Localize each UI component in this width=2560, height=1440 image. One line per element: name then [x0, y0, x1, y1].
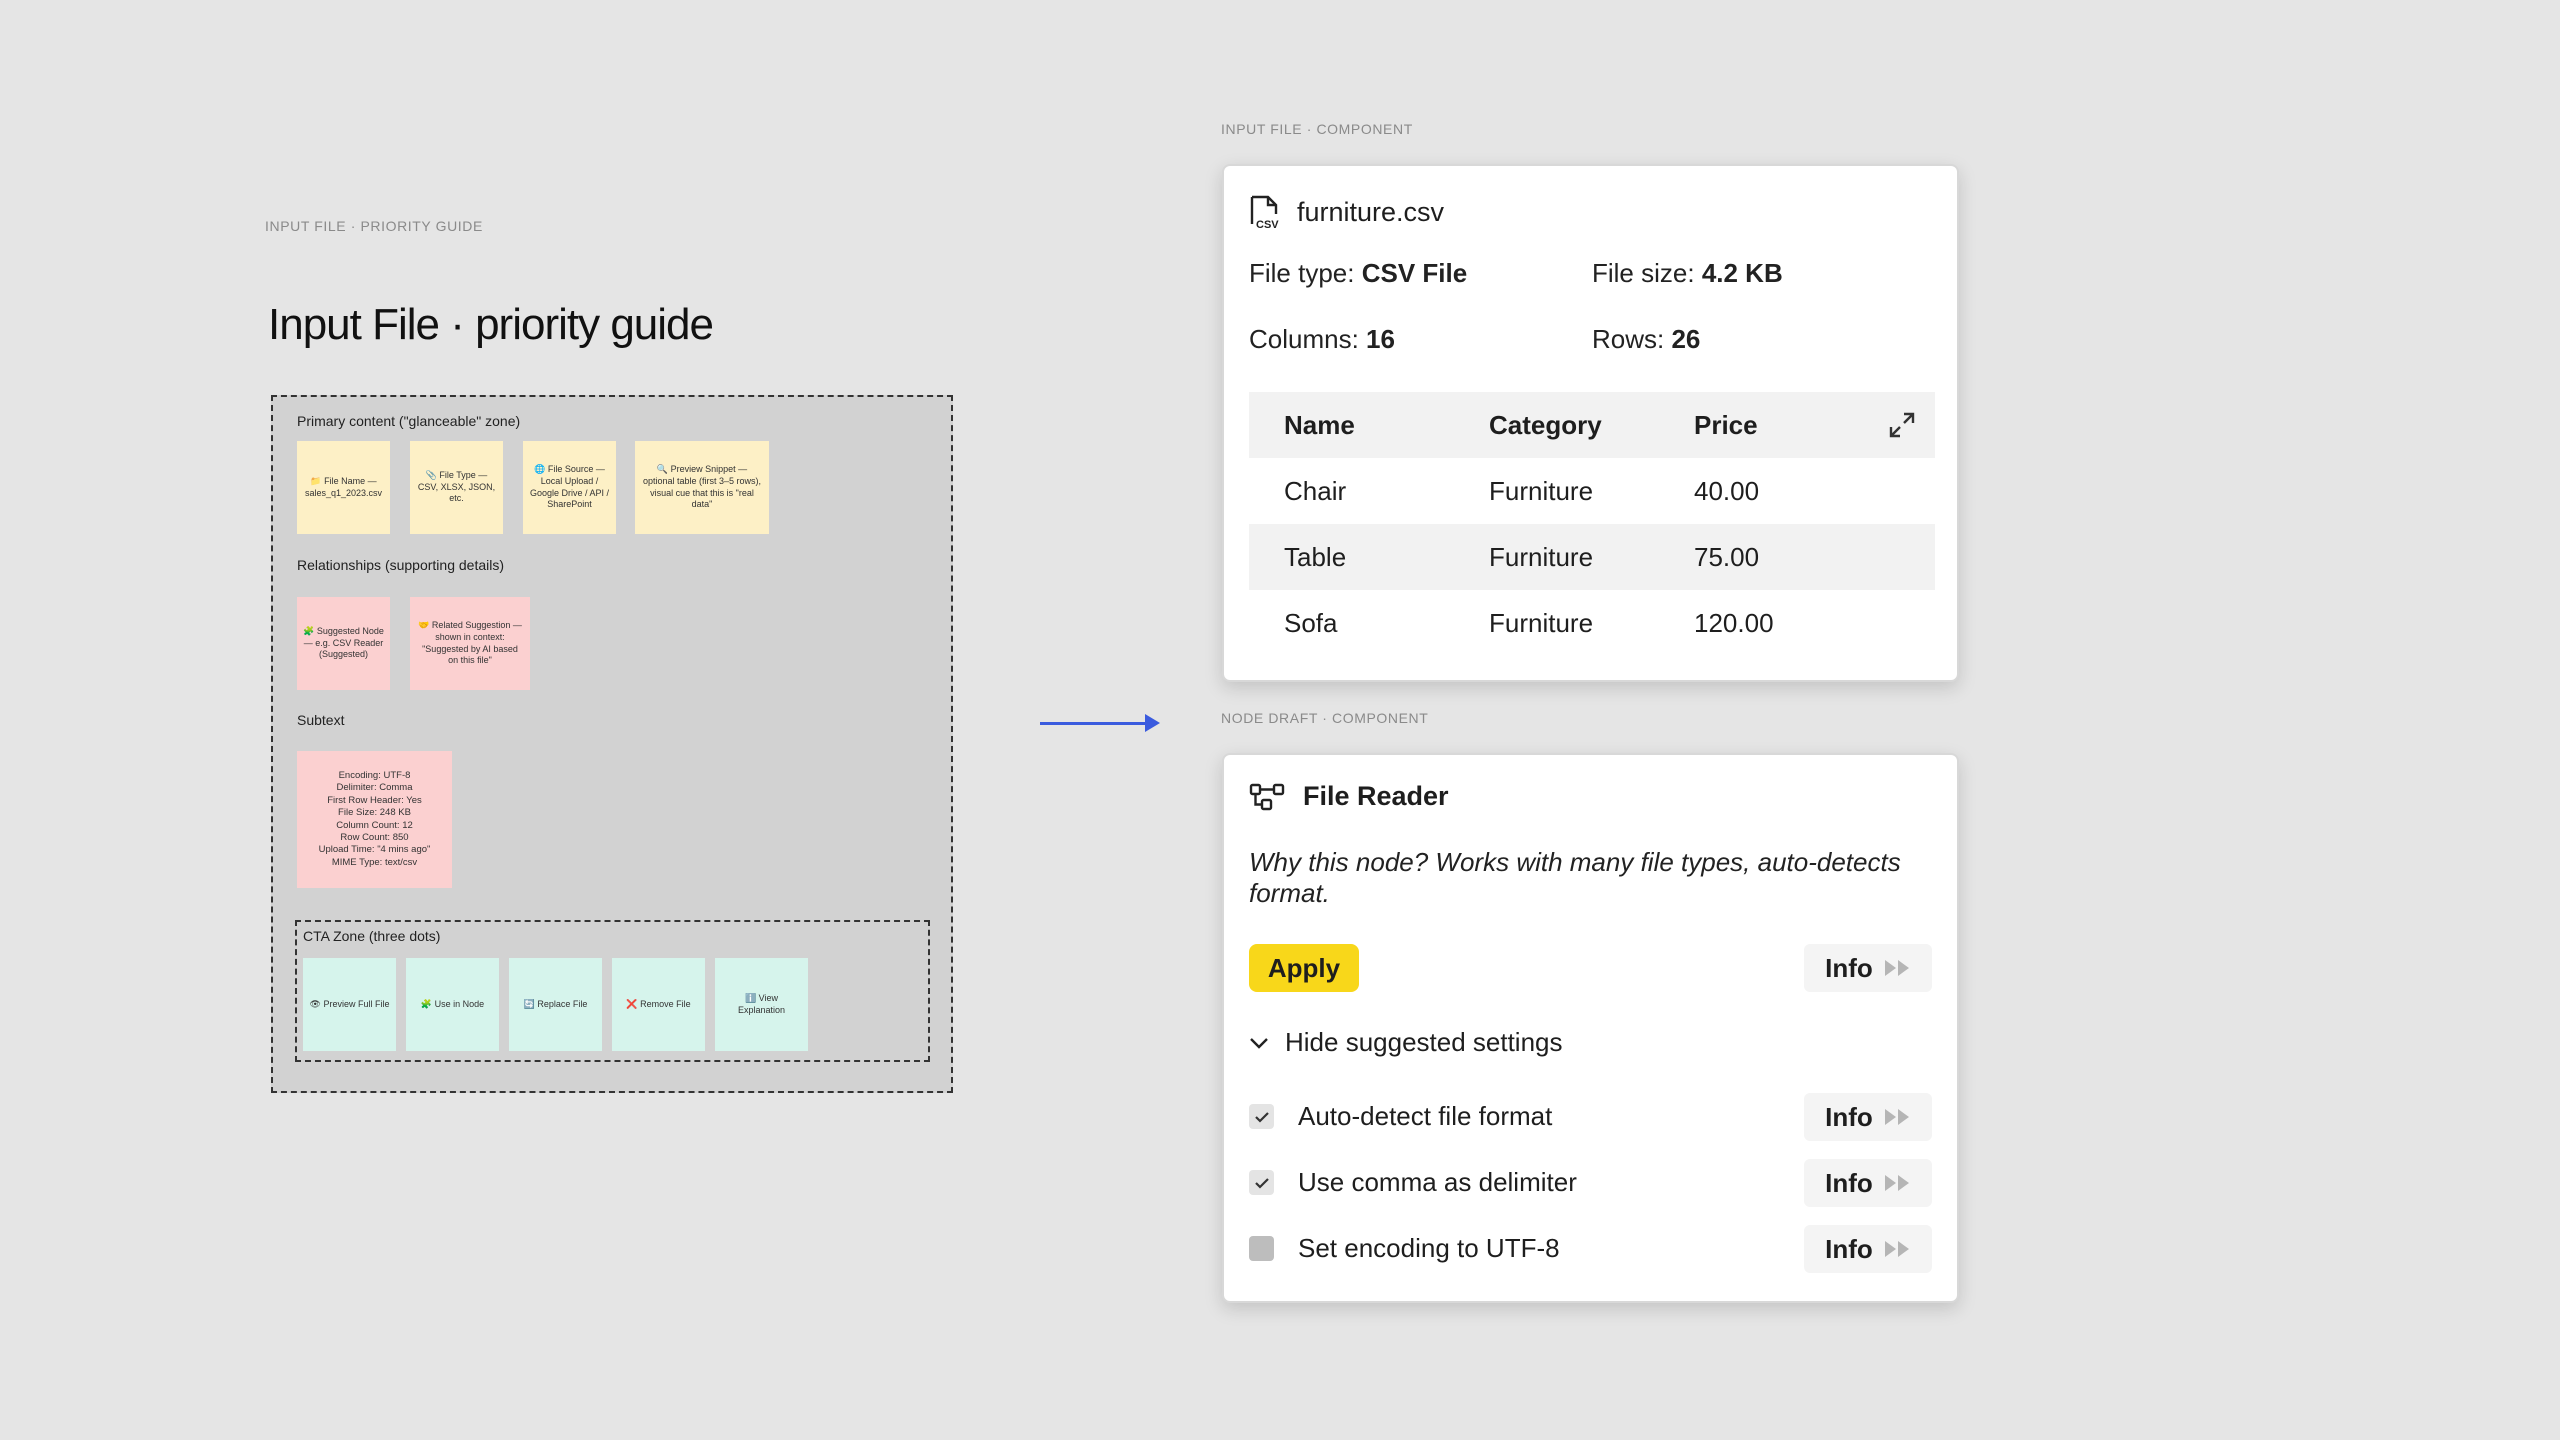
table-cell: Furniture [1489, 607, 1594, 638]
sticky-preview-full-file: 👁 Preview Full File [303, 958, 396, 1051]
sticky-file-name: 📁 File Name — sales_q1_2023.csv [297, 441, 390, 534]
table-cell: 120.00 [1694, 607, 1774, 638]
expand-icon[interactable] [1887, 410, 1917, 440]
rows-label: Rows: [1592, 324, 1672, 354]
setting-label: Auto-detect file format [1298, 1101, 1553, 1131]
sticky-use-in-node: 🧩 Use in Node [406, 958, 499, 1051]
table-row: Table Furniture 75.00 [1249, 524, 1935, 590]
info-label: Info [1825, 952, 1873, 983]
csv-file-icon: CSV [1250, 195, 1279, 230]
fast-forward-icon [1884, 1109, 1909, 1125]
setting-auto-detect: Auto-detect file format [1249, 1101, 1552, 1132]
svg-text:CSV: CSV [1256, 219, 1279, 230]
sticky-remove-file: ❌ Remove File [612, 958, 705, 1051]
node-title: File Reader [1303, 781, 1449, 811]
file-header: CSV furniture.csv [1249, 194, 1444, 230]
checkbox-unchecked[interactable] [1249, 1236, 1274, 1261]
preview-table: Name Category Price Chair Furniture 40.0… [1249, 392, 1935, 656]
file-size-meta: File size: 4.2 KB [1592, 258, 1783, 289]
node-why-text: Why this node? Works with many file type… [1249, 847, 1901, 908]
flow-arrow-head [1145, 714, 1160, 732]
check-icon [1254, 1177, 1269, 1189]
sticky-file-source: 🌐 File Source — Local Upload / Google Dr… [523, 441, 616, 534]
sticky-suggested-node: 🧩 Suggested Node — e.g. CSV Reader (Sugg… [297, 597, 390, 690]
column-header-name: Name [1284, 409, 1355, 440]
sticky-preview-snippet: 🔍 Preview Snippet — optional table (firs… [635, 441, 769, 534]
node-draft-card: File Reader Why this node? Works with ma… [1222, 753, 1959, 1303]
node-header: File Reader [1249, 781, 1449, 812]
table-cell: Chair [1284, 475, 1347, 506]
primary-content-label: Primary content ("glanceable" zone) [297, 413, 521, 429]
sticky-view-explanation: ℹ️ View Explanation [715, 958, 808, 1051]
table-cell: Sofa [1284, 607, 1338, 638]
file-frame-label: INPUT FILE · COMPONENT [1221, 121, 1413, 137]
table-cell: 40.00 [1694, 475, 1760, 506]
subtext-label: Subtext [297, 712, 345, 728]
checkbox-checked[interactable] [1249, 1170, 1274, 1195]
column-header-price: Price [1694, 409, 1758, 440]
info-button[interactable]: Info [1804, 1225, 1932, 1273]
hide-settings-toggle[interactable]: Hide suggested settings [1249, 1027, 1563, 1058]
input-file-card: CSV furniture.csv File type: CSV File Fi… [1222, 164, 1959, 682]
guide-frame-label: INPUT FILE · PRIORITY GUIDE [265, 218, 483, 234]
sticky-replace-file: 🔄 Replace File [509, 958, 602, 1051]
check-icon [1254, 1111, 1269, 1123]
cta-zone: CTA Zone (three dots) 👁 Preview Full Fil… [295, 920, 930, 1062]
file-size-label: File size: [1592, 258, 1702, 288]
rows-value: 26 [1671, 324, 1701, 354]
table-cell: Table [1284, 541, 1347, 572]
fast-forward-icon [1884, 960, 1909, 976]
table-cell: Furniture [1489, 475, 1594, 506]
file-size-value: 4.2 KB [1701, 258, 1783, 288]
file-type-value: CSV File [1361, 258, 1468, 288]
cta-zone-label: CTA Zone (three dots) [303, 928, 441, 944]
sticky-related-suggestion: 🤝 Related Suggestion — shown in context:… [410, 597, 530, 690]
info-button[interactable]: Info [1804, 1093, 1932, 1141]
file-type-meta: File type: CSV File [1249, 258, 1467, 289]
rows-meta: Rows: 26 [1592, 324, 1700, 355]
relationships-label: Relationships (supporting details) [297, 557, 504, 573]
columns-label: Columns: [1249, 324, 1367, 354]
apply-button[interactable]: Apply [1249, 944, 1359, 992]
setting-label: Set encoding to UTF-8 [1298, 1233, 1560, 1263]
table-row: Chair Furniture 40.00 [1249, 458, 1935, 524]
table-row: Sofa Furniture 120.00 [1249, 590, 1935, 656]
info-button[interactable]: Info [1804, 1159, 1932, 1207]
sticky-subtext: Encoding: UTF-8 Delimiter: Comma First R… [297, 751, 452, 888]
column-header-category: Category [1489, 409, 1602, 440]
sticky-file-type: 📎 File Type — CSV, XLSX, JSON, etc. [410, 441, 503, 534]
guide-title: Input File · priority guide [268, 300, 714, 349]
node-frame-label: NODE DRAFT · COMPONENT [1221, 710, 1429, 726]
flow-arrow [1040, 722, 1152, 725]
table-cell: Furniture [1489, 541, 1594, 572]
file-name: furniture.csv [1297, 196, 1445, 227]
toggle-label: Hide suggested settings [1285, 1027, 1563, 1057]
node-graph-icon [1249, 783, 1285, 810]
priority-guide-board: Primary content ("glanceable" zone) 📁 Fi… [271, 395, 953, 1093]
table-cell: 75.00 [1694, 541, 1760, 572]
fast-forward-icon [1884, 1241, 1909, 1257]
info-label: Info [1825, 1167, 1873, 1198]
chevron-down-icon [1250, 1037, 1268, 1049]
fast-forward-icon [1884, 1175, 1909, 1191]
info-label: Info [1825, 1101, 1873, 1132]
columns-value: 16 [1366, 324, 1395, 354]
info-button[interactable]: Info [1804, 944, 1932, 992]
table-header-row: Name Category Price [1249, 392, 1935, 458]
checkbox-checked[interactable] [1249, 1104, 1274, 1129]
file-type-label: File type: [1249, 258, 1362, 288]
setting-label: Use comma as delimiter [1298, 1167, 1577, 1197]
info-label: Info [1825, 1233, 1873, 1264]
setting-utf8-encoding: Set encoding to UTF-8 [1249, 1233, 1560, 1264]
setting-comma-delimiter: Use comma as delimiter [1249, 1167, 1577, 1198]
columns-meta: Columns: 16 [1249, 324, 1395, 355]
